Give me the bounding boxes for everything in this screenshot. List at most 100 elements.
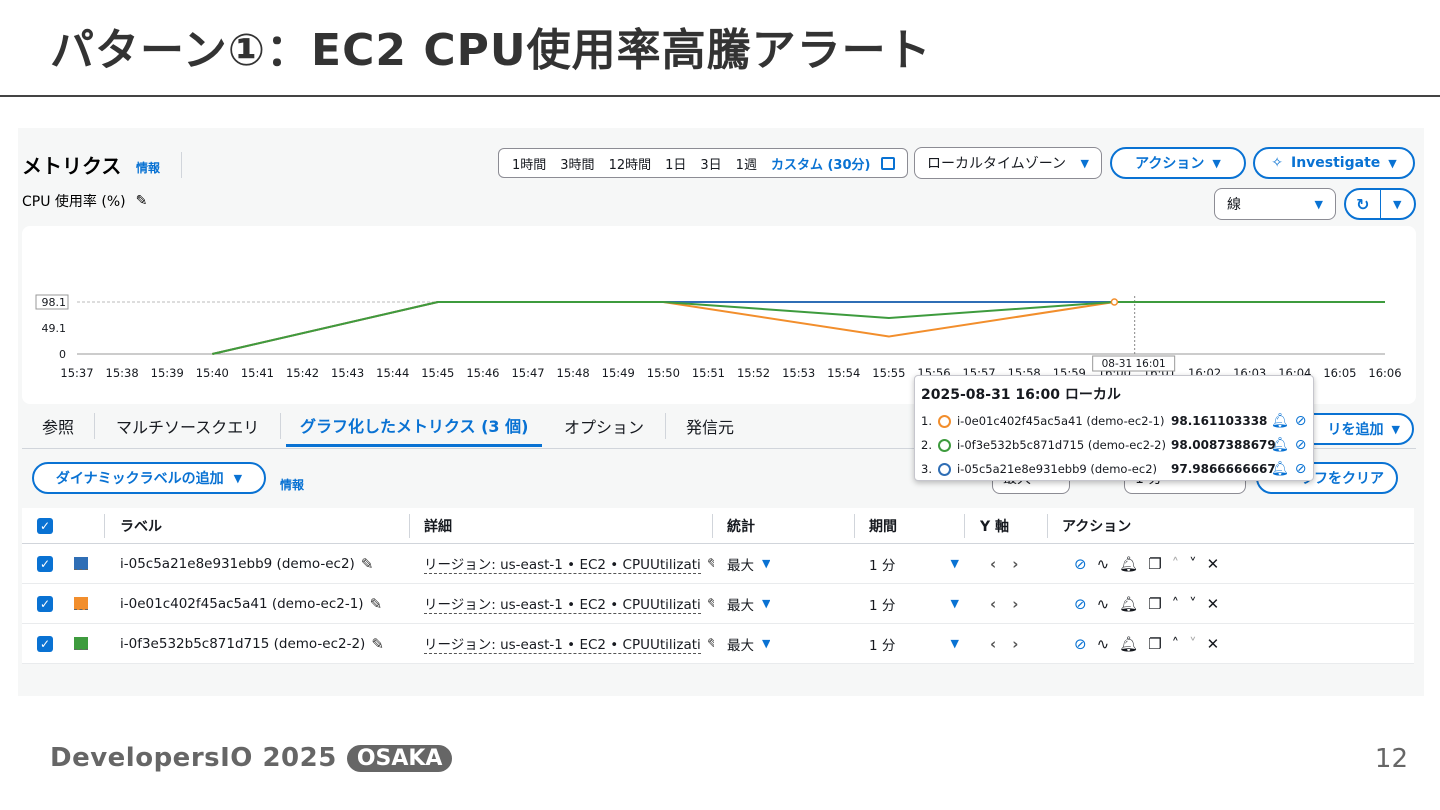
checkmark-icon: ✓ <box>37 555 53 572</box>
edit-pencil-icon[interactable]: ✎ <box>371 635 384 653</box>
row-period[interactable]: 1 分 ▼ <box>869 584 959 623</box>
bell-icon[interactable]: 🔔︎ <box>1119 595 1138 613</box>
refresh-icon[interactable]: ↻ <box>1346 190 1380 218</box>
tab-source[interactable]: 発信元 <box>686 405 734 447</box>
row-stat-value: 最大 <box>727 557 754 574</box>
row-period[interactable]: 1 分 ▼ <box>869 624 959 663</box>
row-stat[interactable]: 最大 ▼ <box>727 544 770 583</box>
add-query-label: リを追加 <box>1327 422 1384 438</box>
row-detail: リージョン: us-east-1 • EC2 • CPUUtilizati ✎ <box>424 624 714 663</box>
header-label[interactable]: ラベル <box>120 508 162 543</box>
bell-icon[interactable]: 🔔︎ <box>1119 555 1138 573</box>
row-period[interactable]: 1 分 ▼ <box>869 544 959 583</box>
compass-icon[interactable]: ⊘ <box>1295 461 1307 477</box>
bell-icon[interactable]: 🔔︎ <box>1271 437 1289 453</box>
close-icon[interactable]: ✕ <box>1207 635 1220 653</box>
header-detail[interactable]: 詳細 <box>424 508 452 543</box>
close-icon[interactable]: ✕ <box>1207 555 1220 573</box>
row-detail-text[interactable]: リージョン: us-east-1 • EC2 • CPUUtilizati <box>424 593 701 614</box>
range-12h[interactable]: 12時間 <box>604 154 657 173</box>
anomaly-icon[interactable]: ∿ <box>1097 635 1110 653</box>
row-detail-text[interactable]: リージョン: us-east-1 • EC2 • CPUUtilizati <box>424 553 701 574</box>
header-stat[interactable]: 統計 <box>727 508 755 543</box>
compass-icon[interactable]: ⊘ <box>1074 555 1087 573</box>
copy-icon[interactable]: ❐ <box>1148 555 1161 573</box>
chevron-up-icon[interactable]: ˄ <box>1172 555 1180 573</box>
tooltip-row: 1. i-0e01c402f45ac5a41 (demo-ec2-1) 98.1… <box>921 413 1311 429</box>
chevron-left-icon[interactable]: ‹ <box>990 595 996 613</box>
compass-icon[interactable]: ⊘ <box>1295 437 1307 453</box>
range-custom[interactable]: カスタム (30分) <box>766 154 876 173</box>
sparkle-icon: ✧ <box>1271 155 1283 171</box>
row-period-value: 1 分 <box>869 557 896 574</box>
edit-pencil-icon[interactable]: ✎ <box>361 555 374 573</box>
column-divider <box>104 514 105 538</box>
chevron-right-icon[interactable]: › <box>1012 595 1018 613</box>
chevron-down-icon[interactable]: ˅ <box>1189 595 1197 613</box>
row-checkbox[interactable]: ✓ <box>37 544 53 583</box>
actions-button[interactable]: アクション ▼ <box>1110 147 1246 179</box>
add-dynamic-label-button[interactable]: ダイナミックラベルの追加 ▼ <box>32 462 266 494</box>
tab-graphed-metrics[interactable]: グラフ化したメトリクス (3 個) <box>286 405 543 447</box>
tab-browse[interactable]: 参照 <box>42 405 74 447</box>
caret-down-icon: ▼ <box>762 557 771 570</box>
header-yaxis[interactable]: Y 軸 <box>980 508 1009 543</box>
row-checkbox[interactable]: ✓ <box>37 584 53 623</box>
color-swatch[interactable] <box>74 544 88 583</box>
edit-pencil-icon[interactable]: ✎ <box>707 595 714 613</box>
actions-button-label: アクション <box>1135 156 1205 172</box>
compass-icon[interactable]: ⊘ <box>1074 635 1087 653</box>
chevron-left-icon[interactable]: ‹ <box>990 635 996 653</box>
chevron-down-icon[interactable]: ˅ <box>1189 635 1197 653</box>
edit-pencil-icon[interactable]: ✎ <box>370 595 383 613</box>
chevron-up-icon[interactable]: ˄ <box>1172 595 1180 613</box>
x-tick-label: 15:55 <box>872 366 905 380</box>
caret-down-icon: ▼ <box>1080 156 1089 170</box>
info-link[interactable]: 情報 <box>280 476 304 493</box>
tab-multi-source-query[interactable]: マルチソースクエリ <box>116 405 259 447</box>
timezone-select[interactable]: ローカルタイムゾーン ▼ <box>914 147 1102 179</box>
chevron-left-icon[interactable]: ‹ <box>990 555 996 573</box>
range-1h[interactable]: 1時間 <box>507 154 551 173</box>
range-3d[interactable]: 3日 <box>695 154 726 173</box>
chevron-down-icon[interactable]: ˅ <box>1189 555 1197 573</box>
close-icon[interactable]: ✕ <box>1207 595 1220 613</box>
copy-icon[interactable]: ❐ <box>1148 635 1161 653</box>
calendar-icon[interactable] <box>881 156 896 170</box>
select-all-checkbox[interactable]: ✓ <box>37 508 53 543</box>
graph-type-value: 線 <box>1227 197 1241 213</box>
copy-icon[interactable]: ❐ <box>1148 595 1161 613</box>
range-1w[interactable]: 1週 <box>731 154 762 173</box>
chevron-right-icon[interactable]: › <box>1012 555 1018 573</box>
tab-options[interactable]: オプション <box>564 405 644 447</box>
row-checkbox[interactable]: ✓ <box>37 624 53 663</box>
color-swatch[interactable] <box>74 584 88 623</box>
edit-pencil-icon[interactable]: ✎ <box>707 635 714 653</box>
compass-icon[interactable]: ⊘ <box>1074 595 1087 613</box>
chevron-right-icon[interactable]: › <box>1012 635 1018 653</box>
investigate-button[interactable]: ✧ Investigate ▼ <box>1253 147 1415 179</box>
edit-pencil-icon[interactable]: ✎ <box>136 193 148 209</box>
edit-pencil-icon[interactable]: ✎ <box>707 555 714 573</box>
info-link[interactable]: 情報 <box>136 159 160 176</box>
row-detail-text[interactable]: リージョン: us-east-1 • EC2 • CPUUtilizati <box>424 633 701 654</box>
series-line <box>212 301 1385 355</box>
row-stat[interactable]: 最大 ▼ <box>727 584 770 623</box>
anomaly-icon[interactable]: ∿ <box>1097 595 1110 613</box>
graph-type-select[interactable]: 線 ▼ <box>1214 188 1336 220</box>
color-swatch[interactable] <box>74 624 88 663</box>
row-stat-value: 最大 <box>727 597 754 614</box>
range-3h[interactable]: 3時間 <box>555 154 599 173</box>
compass-icon[interactable]: ⊘ <box>1295 413 1307 429</box>
anomaly-icon[interactable]: ∿ <box>1097 555 1110 573</box>
chevron-up-icon[interactable]: ˄ <box>1172 635 1180 653</box>
bell-icon[interactable]: 🔔︎ <box>1119 635 1138 653</box>
range-1d[interactable]: 1日 <box>660 154 691 173</box>
row-detail: リージョン: us-east-1 • EC2 • CPUUtilizati ✎ <box>424 584 714 623</box>
bell-icon[interactable]: 🔔︎ <box>1271 461 1289 477</box>
bell-icon[interactable]: 🔔︎ <box>1271 413 1289 429</box>
row-stat[interactable]: 最大 ▼ <box>727 624 770 663</box>
action-icons: ⊘ ∿ 🔔︎ ❐ ˄ ˅ ✕ <box>1074 595 1219 613</box>
header-period[interactable]: 期間 <box>869 508 897 543</box>
refresh-options-caret-icon[interactable]: ▼ <box>1381 190 1415 218</box>
